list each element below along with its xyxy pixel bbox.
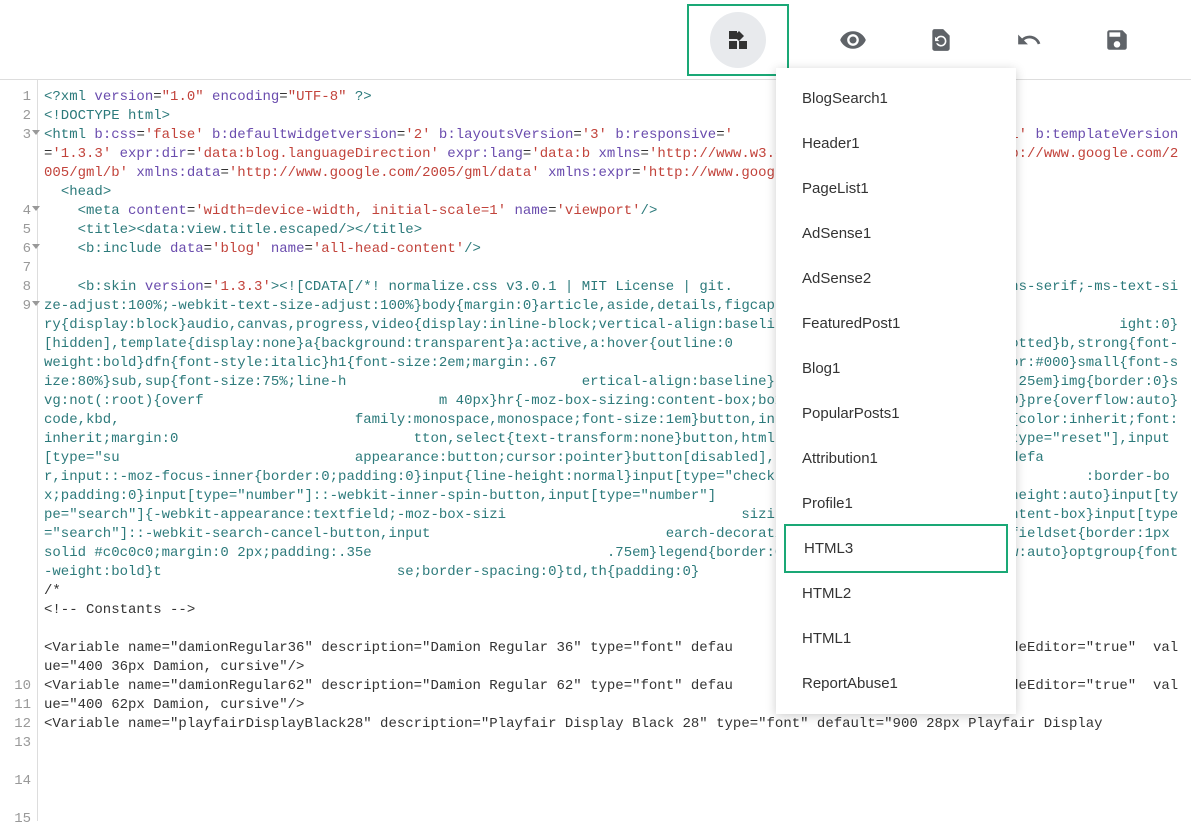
dropdown-item-attribution1[interactable]: Attribution1 [776, 436, 1016, 481]
dropdown-item-blog1[interactable]: Blog1 [776, 346, 1016, 391]
gutter-line-4: 4 [0, 202, 37, 221]
dropdown-item-adsense2[interactable]: AdSense2 [776, 256, 1016, 301]
widgets-dropdown: BlogSearch1 Header1 PageList1 AdSense1 A… [776, 68, 1016, 714]
gutter-line-14: 14 [0, 772, 37, 791]
gutter-line-9d [0, 354, 37, 373]
dropdown-item-popularposts1[interactable]: PopularPosts1 [776, 391, 1016, 436]
widgets-button[interactable] [687, 4, 789, 76]
gutter-line-9q [0, 601, 37, 620]
dropdown-item-html3[interactable]: HTML3 [784, 524, 1008, 573]
fold-icon[interactable] [32, 130, 40, 135]
gutter-line-10: 10 [0, 677, 37, 696]
dropdown-item-blogsearch1[interactable]: BlogSearch1 [776, 76, 1016, 121]
revert-button[interactable] [917, 16, 965, 64]
gutter-line-9s [0, 639, 37, 658]
gutter-line-3c [0, 164, 37, 183]
gutter-line-15: 15 [0, 810, 37, 829]
gutter-line-11: 11 [0, 696, 37, 715]
gutter-line-9i [0, 449, 37, 468]
fold-icon[interactable] [32, 244, 40, 249]
gutter-line-3d [0, 183, 37, 202]
gutter-line-9: 9 [0, 297, 37, 316]
dropdown-item-header1[interactable]: Header1 [776, 121, 1016, 166]
save-button[interactable] [1093, 16, 1141, 64]
gutter-line-13b [0, 753, 37, 772]
gutter-line-1: 1 [0, 88, 37, 107]
gutter-line-9h [0, 430, 37, 449]
fold-icon[interactable] [32, 301, 40, 306]
dropdown-item-html2[interactable]: HTML2 [776, 571, 1016, 616]
gutter-line-3: 3 [0, 126, 37, 145]
gutter-line-9r [0, 620, 37, 639]
gutter-line-9c [0, 335, 37, 354]
gutter-line-9g [0, 411, 37, 430]
undo-icon [1016, 27, 1042, 53]
dropdown-item-featuredpost1[interactable]: FeaturedPost1 [776, 301, 1016, 346]
gutter-line-5: 5 [0, 221, 37, 240]
gutter-line-8: 8 [0, 278, 37, 297]
line-gutter: 1 2 3 4 5 6 7 8 9 10 11 12 13 14 [0, 80, 38, 821]
gutter-line-7: 7 [0, 259, 37, 278]
eye-icon [839, 26, 867, 54]
restore-icon [928, 27, 954, 53]
gutter-line-3b [0, 145, 37, 164]
gutter-line-9l [0, 506, 37, 525]
undo-button[interactable] [1005, 16, 1053, 64]
widgets-icon [726, 28, 750, 52]
dropdown-item-html1[interactable]: HTML1 [776, 616, 1016, 661]
gutter-line-14b [0, 791, 37, 810]
fold-icon[interactable] [32, 206, 40, 211]
dropdown-item-profile1[interactable]: Profile1 [776, 481, 1016, 526]
save-icon [1104, 27, 1130, 53]
gutter-line-9b [0, 316, 37, 335]
gutter-line-9m [0, 525, 37, 544]
gutter-line-6: 6 [0, 240, 37, 259]
code-editor[interactable]: <?xml version="1.0" encoding="UTF-8" ?> … [38, 80, 1191, 821]
gutter-line-9k [0, 487, 37, 506]
gutter-line-9e [0, 373, 37, 392]
dropdown-item-adsense1[interactable]: AdSense1 [776, 211, 1016, 256]
gutter-line-9n [0, 544, 37, 563]
dropdown-item-reportabuse1[interactable]: ReportAbuse1 [776, 661, 1016, 706]
gutter-line-2: 2 [0, 107, 37, 126]
gutter-line-9t [0, 658, 37, 677]
gutter-line-12: 12 [0, 715, 37, 734]
gutter-line-13: 13 [0, 734, 37, 753]
gutter-line-9p [0, 582, 37, 601]
dropdown-item-pagelist1[interactable]: PageList1 [776, 166, 1016, 211]
gutter-line-9f [0, 392, 37, 411]
gutter-line-9j [0, 468, 37, 487]
gutter-line-9o [0, 563, 37, 582]
preview-button[interactable] [829, 16, 877, 64]
